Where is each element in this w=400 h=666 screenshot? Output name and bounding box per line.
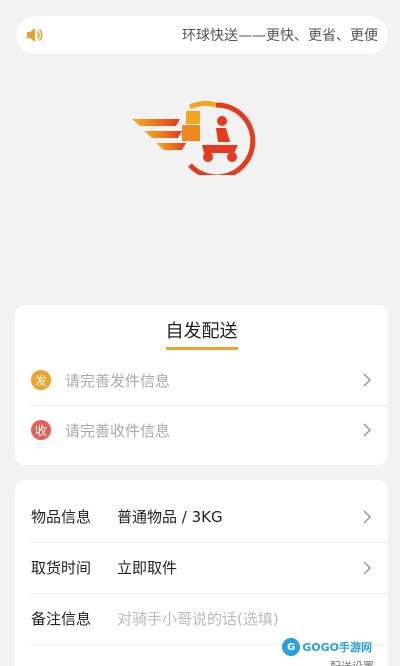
delivery-logo xyxy=(132,100,256,175)
sender-placeholder: 请完善发件信息 xyxy=(65,371,171,390)
chevron-right-icon xyxy=(363,373,372,387)
receiver-placeholder: 请完善收件信息 xyxy=(65,421,171,440)
pickup-time-row[interactable]: 取货时间 立即取件 xyxy=(15,542,388,593)
self-delivery-card: 自发配送 发 请完善发件信息 收 请完善收件信息 xyxy=(15,305,388,465)
notice-bar[interactable]: 环球快送——更快、更省、更便 xyxy=(16,16,388,54)
item-info-row[interactable]: 物品信息 普通物品 / 3KG xyxy=(15,491,388,542)
remark-input[interactable]: 对骑手小哥说的话(选填) xyxy=(117,608,372,629)
item-info-value: 普通物品 / 3KG xyxy=(117,508,223,526)
watermark-logo-icon: G xyxy=(282,638,301,656)
chevron-right-icon xyxy=(363,423,372,437)
watermark-text: GOGO手游网 xyxy=(302,641,372,654)
receiver-info-row[interactable]: 收 请完善收件信息 xyxy=(15,405,388,455)
chevron-right-icon xyxy=(363,560,372,575)
receiver-badge: 收 xyxy=(31,420,51,440)
pickup-time-value: 立即取件 xyxy=(117,559,178,577)
pickup-time-label: 取货时间 xyxy=(31,559,92,577)
remark-row[interactable]: 备注信息 对骑手小哥说的话(选填) xyxy=(15,593,388,644)
watermark: G GOGO手游网 xyxy=(282,638,372,656)
item-info-label: 物品信息 xyxy=(31,508,92,526)
delivery-settings-link[interactable]: 配送设置 xyxy=(330,658,374,666)
speaker-icon xyxy=(27,28,43,42)
remark-label: 备注信息 xyxy=(31,610,92,628)
section-title: 自发配送 xyxy=(15,317,388,350)
sender-info-row[interactable]: 发 请完善发件信息 xyxy=(15,355,388,405)
notice-text: 环球快送——更快、更省、更便 xyxy=(182,28,378,44)
sender-badge: 发 xyxy=(31,370,51,390)
chevron-right-icon xyxy=(363,509,372,524)
